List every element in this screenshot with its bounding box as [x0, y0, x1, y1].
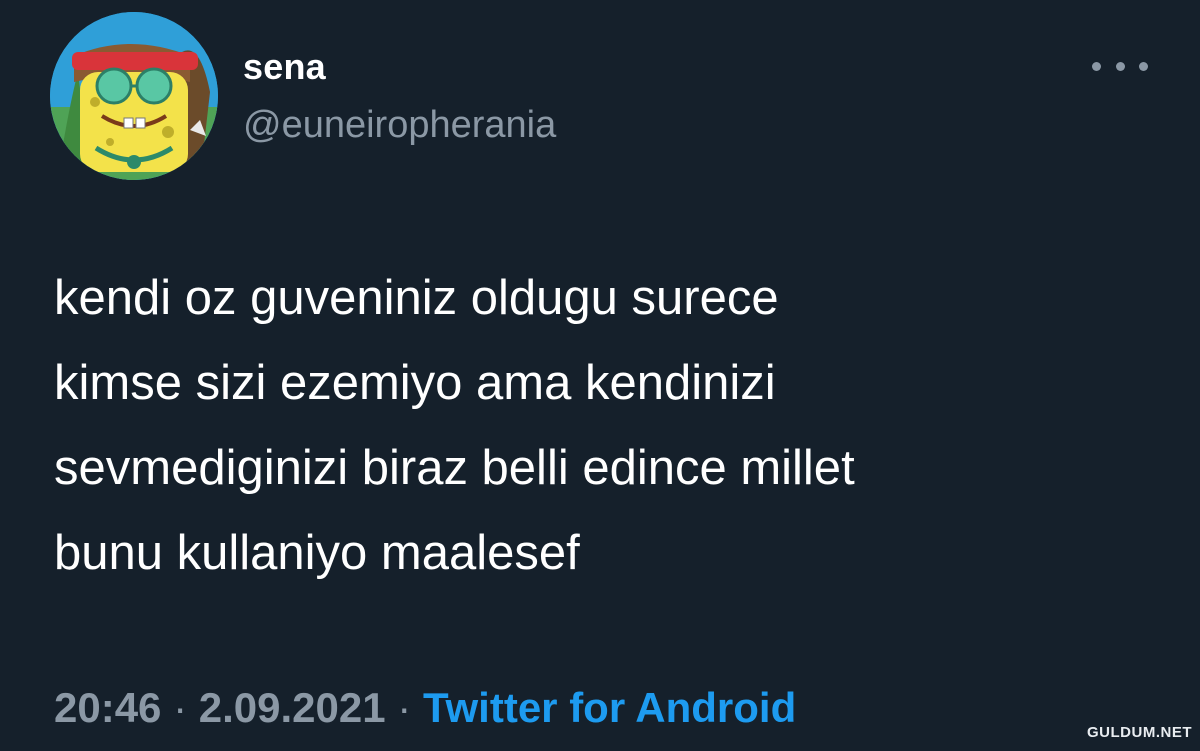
display-name[interactable]: sena: [243, 46, 326, 88]
more-horizontal-icon-dot: [1139, 61, 1148, 71]
tweet-source-link[interactable]: Twitter for Android: [423, 684, 796, 731]
meta-separator: ·: [397, 684, 412, 731]
meta-separator: ·: [173, 684, 188, 731]
tweet-text-line: sevmediginizi biraz belli edince millet: [54, 441, 855, 495]
tweet-text-line: kendi oz guveniniz oldugu surece: [54, 271, 779, 325]
tweet-metadata: 20:46 · 2.09.2021 · Twitter for Android: [54, 684, 796, 732]
tweet-text-line: kimse sizi ezemiyo ama kendinizi: [54, 356, 776, 410]
more-horizontal-icon-dot: [1115, 61, 1125, 71]
tweet-text: kendi oz guveniniz oldugu surece kimse s…: [54, 256, 1174, 596]
tweet-time[interactable]: 20:46: [54, 684, 161, 731]
tweet-text-line: bunu kullaniyo maalesef: [54, 526, 580, 580]
avatar-image: [50, 12, 218, 180]
user-handle[interactable]: @euneiropherania: [243, 104, 556, 147]
tweet-date[interactable]: 2.09.2021: [199, 684, 386, 731]
watermark: GULDUM.NET: [1087, 724, 1192, 741]
tweet-card: sena @euneiropherania kendi oz guveniniz…: [0, 0, 1200, 751]
avatar[interactable]: [50, 12, 218, 180]
more-options-button[interactable]: [1092, 52, 1148, 80]
more-horizontal-icon-dot: [1092, 61, 1101, 71]
